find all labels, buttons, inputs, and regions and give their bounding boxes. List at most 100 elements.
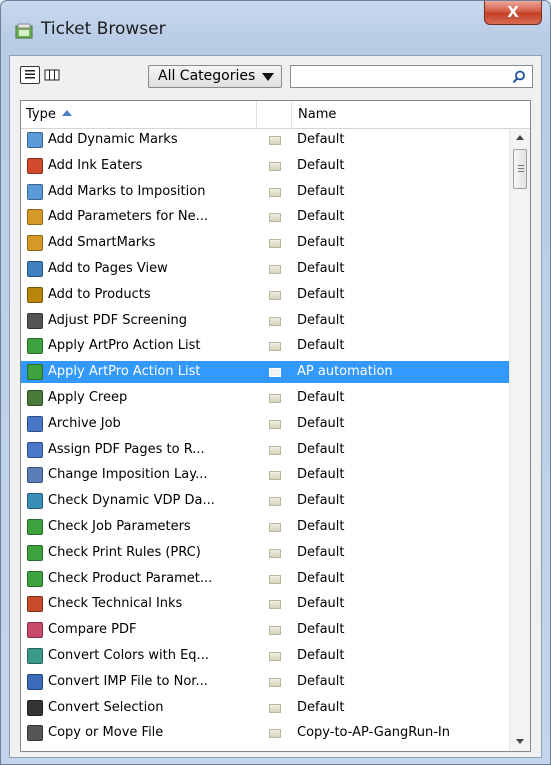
- table-row[interactable]: Add Marks to Imposition Default: [21, 181, 509, 203]
- category-select[interactable]: All Categories: [148, 65, 282, 88]
- artpro-icon: [27, 338, 43, 355]
- table-row[interactable]: Check Job Parameters Default: [21, 516, 509, 538]
- close-button[interactable]: X: [484, 1, 542, 25]
- row-name-label: Default: [297, 544, 345, 560]
- ticket-card-icon: [269, 729, 281, 739]
- table-row[interactable]: Add Ink Eaters Default: [21, 155, 509, 177]
- table-row[interactable]: Add Parameters for Ne... Default: [21, 206, 509, 228]
- table-row[interactable]: Assign PDF Pages to R... Default: [21, 439, 509, 461]
- ticket-card-icon: [269, 677, 281, 687]
- dropdown-arrow-icon: [262, 73, 274, 81]
- table-row[interactable]: Adjust PDF Screening Default: [21, 310, 509, 332]
- row-type-label: Convert IMP File to Nor...: [48, 673, 208, 689]
- ticket-card-icon: [269, 394, 281, 403]
- ticket-card-icon: [269, 290, 281, 300]
- row-type-label: Apply Creep: [48, 390, 128, 405]
- row-type-label: Check Job Parameters: [48, 519, 191, 534]
- dynamic-marks-icon: [27, 132, 43, 148]
- row-name-label: Default: [297, 312, 345, 328]
- table-row[interactable]: Add to Products Default: [21, 284, 509, 306]
- row-name-label: Default: [297, 622, 345, 638]
- table-row[interactable]: Compare PDF Default: [21, 619, 509, 641]
- row-type-label: Compare PDF: [48, 622, 137, 638]
- table-row[interactable]: Add to Pages View Default: [21, 258, 509, 280]
- table-row[interactable]: Archive Job Default: [21, 413, 509, 435]
- table-row[interactable]: Apply ArtPro Action List AP automation: [21, 361, 509, 384]
- ticket-card-icon: [269, 136, 281, 145]
- row-type-label: Apply ArtPro Action List: [48, 338, 201, 354]
- scroll-down-button[interactable]: [510, 733, 530, 750]
- table-row[interactable]: Apply ArtPro Action List Default: [21, 335, 509, 357]
- scroll-up-button[interactable]: [510, 129, 530, 146]
- ticket-card-icon: [269, 574, 281, 584]
- row-type-label: Check Technical Inks: [48, 596, 183, 612]
- row-type-label: Check Dynamic VDP Da...: [48, 493, 215, 509]
- row-name-label: Default: [297, 132, 345, 147]
- title-bar[interactable]: Ticket Browser X: [1, 1, 550, 55]
- row-name-label: Default: [297, 415, 345, 431]
- row-name-label: Default: [297, 519, 345, 534]
- row-name-label: Default: [297, 467, 345, 483]
- table-header: Type Name: [21, 101, 530, 129]
- column-header-name[interactable]: Name: [292, 101, 508, 128]
- column-header-type[interactable]: Type: [21, 101, 257, 128]
- row-name-label: Default: [297, 235, 345, 251]
- creep-icon: [27, 390, 43, 406]
- list-view-toggle[interactable]: [20, 66, 40, 84]
- row-type-label: Check Print Rules (PRC): [48, 544, 201, 560]
- imposition-layout-icon: [27, 467, 43, 484]
- ticket-card-icon: [269, 187, 281, 197]
- table-row[interactable]: Add SmartMarks Default: [21, 232, 509, 254]
- ink-eaters-icon: [27, 157, 43, 174]
- table-row[interactable]: Apply Creep Default: [21, 387, 509, 409]
- row-name-label: Default: [297, 209, 345, 225]
- ticket-card-icon: [269, 265, 281, 274]
- table-row[interactable]: Check Print Rules (PRC) Default: [21, 542, 509, 564]
- archive-icon: [27, 415, 43, 432]
- ticket-card-icon: [269, 626, 281, 636]
- table-row[interactable]: Change Imposition Lay... Default: [21, 464, 509, 486]
- table-row[interactable]: Check Dynamic VDP Da... Default: [21, 490, 509, 512]
- row-type-label: Add Marks to Imposition: [48, 183, 206, 199]
- row-name-label: Default: [297, 261, 345, 276]
- table-row[interactable]: Copy or Move File Copy-to-AP-GangRun-In: [21, 722, 509, 744]
- row-type-label: Change Imposition Lay...: [48, 467, 208, 483]
- table-row[interactable]: Convert Selection Default: [21, 697, 509, 719]
- screening-icon: [27, 312, 43, 329]
- marks-imposition-icon: [27, 183, 43, 200]
- table-row[interactable]: Convert Colors with Eq... Default: [21, 645, 509, 667]
- ticket-card-icon: [269, 161, 281, 171]
- product-parameters-icon: [27, 570, 43, 587]
- technical-inks-icon: [27, 596, 43, 613]
- row-type-label: Convert Colors with Eq...: [48, 648, 209, 663]
- table-row[interactable]: Add Dynamic Marks Default: [21, 129, 509, 151]
- row-type-label: Archive Job: [48, 415, 121, 431]
- pages-view-icon: [27, 261, 43, 277]
- row-name-label: Default: [297, 673, 345, 689]
- row-type-label: Add to Pages View: [48, 261, 168, 276]
- table-row[interactable]: Check Product Paramet... Default: [21, 568, 509, 590]
- vertical-scrollbar[interactable]: [509, 129, 530, 751]
- grip-line: [518, 165, 524, 166]
- table-row[interactable]: Convert IMP File to Nor... Default: [21, 671, 509, 693]
- column-header-flag[interactable]: [257, 101, 292, 128]
- search-input[interactable]: [290, 65, 533, 88]
- row-name-label: Default: [297, 493, 345, 509]
- row-type-label: Add Ink Eaters: [48, 157, 143, 173]
- ticket-card-icon: [269, 419, 281, 429]
- print-rules-icon: [27, 544, 43, 561]
- row-type-label: Add Parameters for Ne...: [48, 209, 208, 225]
- scroll-down-icon: [516, 739, 524, 744]
- job-parameters-icon: [27, 519, 43, 535]
- row-name-label: Default: [297, 157, 345, 173]
- row-name-label: Default: [297, 286, 345, 302]
- scroll-thumb[interactable]: [513, 149, 527, 189]
- column-view-toggle[interactable]: [42, 66, 62, 84]
- convert-colors-icon: [27, 648, 43, 664]
- column-header-type-label: Type: [26, 107, 56, 122]
- list-view-icon: [25, 70, 35, 79]
- search-icon[interactable]: [511, 69, 527, 85]
- table-row[interactable]: Check Technical Inks Default: [21, 593, 509, 615]
- row-name-label: Default: [297, 570, 345, 586]
- compare-pdf-icon: [27, 622, 43, 639]
